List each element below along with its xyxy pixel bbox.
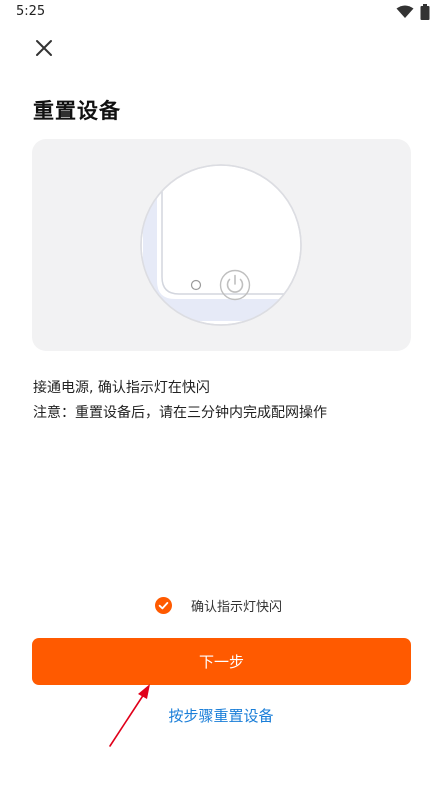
instructions: 接通电源, 确认指示灯在快闪 注意：重置设备后，请在三分钟内完成配网操作 (33, 376, 327, 426)
instruction-power-on: 接通电源, 确认指示灯在快闪 (33, 380, 210, 396)
device-illustration-card (32, 139, 411, 351)
device-illustration (140, 164, 302, 326)
status-time: 5:25 (16, 4, 46, 19)
step-reset-link[interactable]: 按步骤重置设备 (0, 705, 442, 726)
next-button[interactable]: 下一步 (32, 638, 411, 685)
close-icon (36, 40, 52, 56)
page-title: 重置设备 (33, 99, 121, 123)
close-button[interactable] (30, 34, 58, 62)
wifi-icon (396, 5, 414, 18)
battery-icon (420, 4, 430, 20)
status-bar: 5:25 (0, 0, 442, 24)
confirm-indicator-label[interactable]: 确认指示灯快闪 (191, 596, 282, 615)
instruction-note: 注意：重置设备后，请在三分钟内完成配网操作 (33, 405, 327, 421)
confirm-indicator-checkbox[interactable]: 确认指示灯快闪 (155, 595, 282, 615)
check-circle-icon[interactable] (155, 596, 172, 614)
